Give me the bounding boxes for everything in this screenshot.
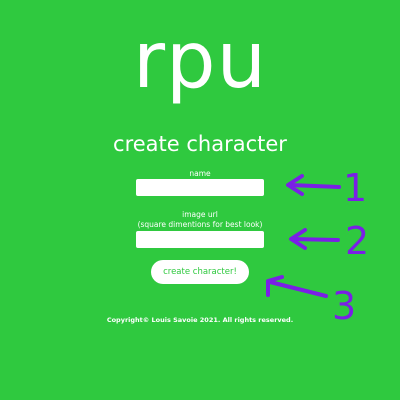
image-url-label: image url (square dimentions for best lo… [0,210,400,230]
create-character-button[interactable]: create character! [151,260,249,284]
name-label: name [189,169,211,178]
image-url-label-line1: image url [182,210,218,219]
image-url-hint: (square dimentions for best look) [137,220,263,229]
page-title: create character [113,132,287,156]
image-url-input[interactable] [136,231,264,248]
copyright-footer: Copyright© Louis Savoie 2021. All rights… [106,316,294,324]
arrow-2-icon [289,228,340,250]
name-input[interactable] [136,179,264,196]
app-logo: rpu [132,16,267,106]
arrow-3-icon [266,275,328,298]
